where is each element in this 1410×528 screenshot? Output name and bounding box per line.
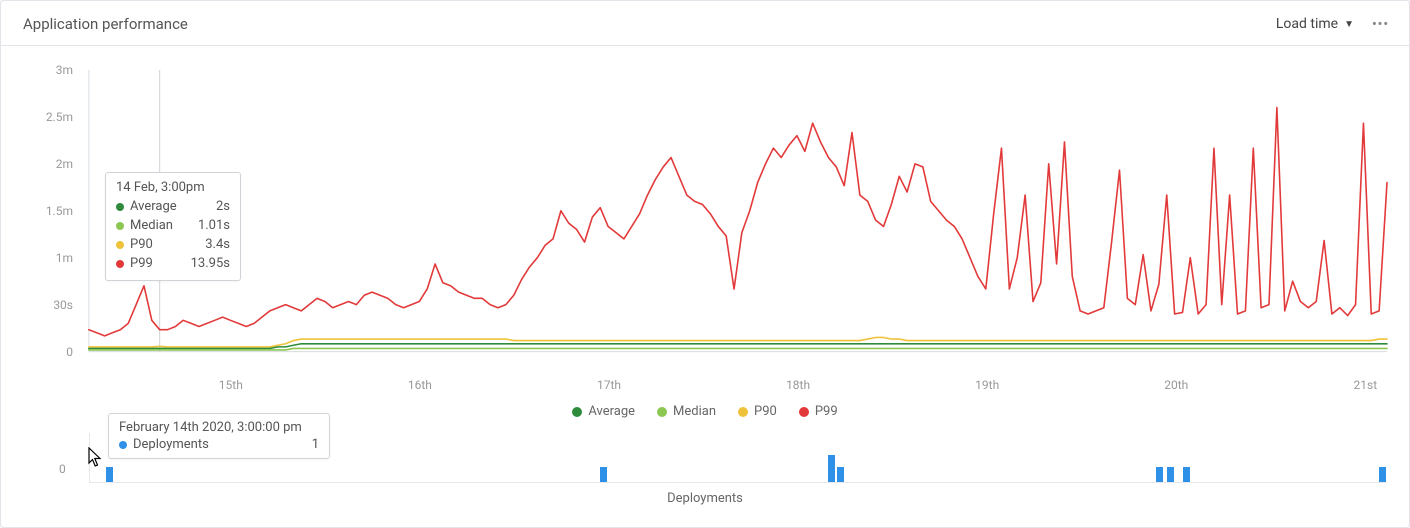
tooltip-row: P99 13.95s bbox=[116, 254, 230, 273]
header-controls: Load time ▼ ••• bbox=[1276, 16, 1389, 32]
tooltip-row-value: 3.4s bbox=[205, 235, 230, 254]
deploy-tooltip-value: 1 bbox=[312, 437, 319, 452]
legend-item[interactable]: Average bbox=[572, 404, 635, 419]
legend-label: Average bbox=[588, 404, 635, 419]
deployment-bar[interactable] bbox=[1156, 467, 1163, 482]
chart-tooltip: 14 Feb, 3:00pm Average 2s Median 1.01s P90 3.… bbox=[105, 172, 241, 281]
tooltip-row-label: Median bbox=[130, 216, 173, 235]
tooltip-row: Average 2s bbox=[116, 197, 230, 216]
deploy-axis-label: 0 bbox=[59, 462, 66, 476]
x-tick-label: 16th bbox=[408, 378, 432, 392]
deployment-bar[interactable] bbox=[828, 455, 835, 482]
deployment-bar[interactable] bbox=[1379, 467, 1386, 482]
y-tick-label: 2m bbox=[56, 157, 73, 171]
y-tick-label: 0 bbox=[66, 345, 73, 359]
deployment-bar[interactable] bbox=[106, 467, 113, 482]
legend-item[interactable]: Median bbox=[657, 404, 716, 419]
deployment-bar[interactable] bbox=[1183, 467, 1190, 482]
tooltip-heading: 14 Feb, 3:00pm bbox=[116, 180, 230, 195]
app-performance-card: Application performance Load time ▼ ••• … bbox=[0, 0, 1410, 528]
swatch-icon bbox=[116, 260, 124, 268]
legend-label: P90 bbox=[754, 404, 777, 419]
caret-down-icon: ▼ bbox=[1344, 19, 1354, 30]
legend-label: P99 bbox=[815, 404, 838, 419]
tooltip-row-value: 2s bbox=[216, 197, 230, 216]
deployments-title: Deployments bbox=[1, 491, 1409, 506]
swatch-icon bbox=[116, 241, 124, 249]
x-tick-label: 18th bbox=[786, 378, 810, 392]
x-tick-label: 19th bbox=[975, 378, 999, 392]
legend-label: Median bbox=[673, 404, 716, 419]
card-title: Application performance bbox=[23, 15, 188, 33]
dropdown-label: Load time bbox=[1276, 16, 1338, 32]
swatch-icon bbox=[116, 203, 124, 211]
x-tick-label: 15th bbox=[219, 378, 243, 392]
main-chart[interactable]: 030s1m1.5m2m2.5m3m 15th16th17th18th19th2… bbox=[1, 46, 1409, 376]
x-axis-labels: 15th 16th 17th 18th 19th 20th 21st bbox=[89, 378, 1387, 398]
y-tick-label: 1.5m bbox=[46, 204, 73, 218]
swatch-icon bbox=[572, 407, 582, 417]
metric-dropdown[interactable]: Load time ▼ bbox=[1276, 16, 1354, 32]
tooltip-row-label: Average bbox=[130, 197, 177, 216]
swatch-icon bbox=[738, 407, 748, 417]
y-tick-label: 3m bbox=[56, 63, 73, 77]
deploy-tooltip: February 14th 2020, 3:00:00 pm Deploymen… bbox=[108, 413, 330, 459]
deployment-bar[interactable] bbox=[837, 467, 844, 482]
deployment-bar[interactable] bbox=[600, 467, 607, 482]
y-tick-label: 30s bbox=[53, 298, 73, 312]
deploy-tooltip-label: Deployments bbox=[133, 437, 209, 452]
swatch-icon bbox=[799, 407, 809, 417]
x-tick-label: 17th bbox=[597, 378, 621, 392]
card-header: Application performance Load time ▼ ••• bbox=[1, 1, 1409, 46]
x-tick-label: 21st bbox=[1354, 378, 1378, 392]
tooltip-row-label: P99 bbox=[130, 254, 153, 273]
deploy-swatch-icon bbox=[119, 441, 127, 449]
more-icon[interactable]: ••• bbox=[1372, 17, 1389, 32]
tooltip-row-label: P90 bbox=[130, 235, 153, 254]
y-tick-label: 2.5m bbox=[46, 110, 73, 124]
y-tick-label: 1m bbox=[56, 251, 73, 265]
swatch-icon bbox=[116, 222, 124, 230]
legend-item[interactable]: P90 bbox=[738, 404, 777, 419]
legend-item[interactable]: P99 bbox=[799, 404, 838, 419]
tooltip-row-value: 13.95s bbox=[191, 254, 230, 273]
tooltip-row: P90 3.4s bbox=[116, 235, 230, 254]
tooltip-row: Median 1.01s bbox=[116, 216, 230, 235]
y-axis-labels: 0 30s 1m 1.5m 2m 2.5m 3m bbox=[1, 46, 89, 376]
swatch-icon bbox=[657, 407, 667, 417]
tooltip-row-value: 1.01s bbox=[198, 216, 230, 235]
deploy-tooltip-heading: February 14th 2020, 3:00:00 pm bbox=[119, 420, 319, 435]
x-tick-label: 20th bbox=[1164, 378, 1188, 392]
deployment-bar[interactable] bbox=[1167, 467, 1174, 482]
cursor-icon bbox=[88, 447, 104, 469]
